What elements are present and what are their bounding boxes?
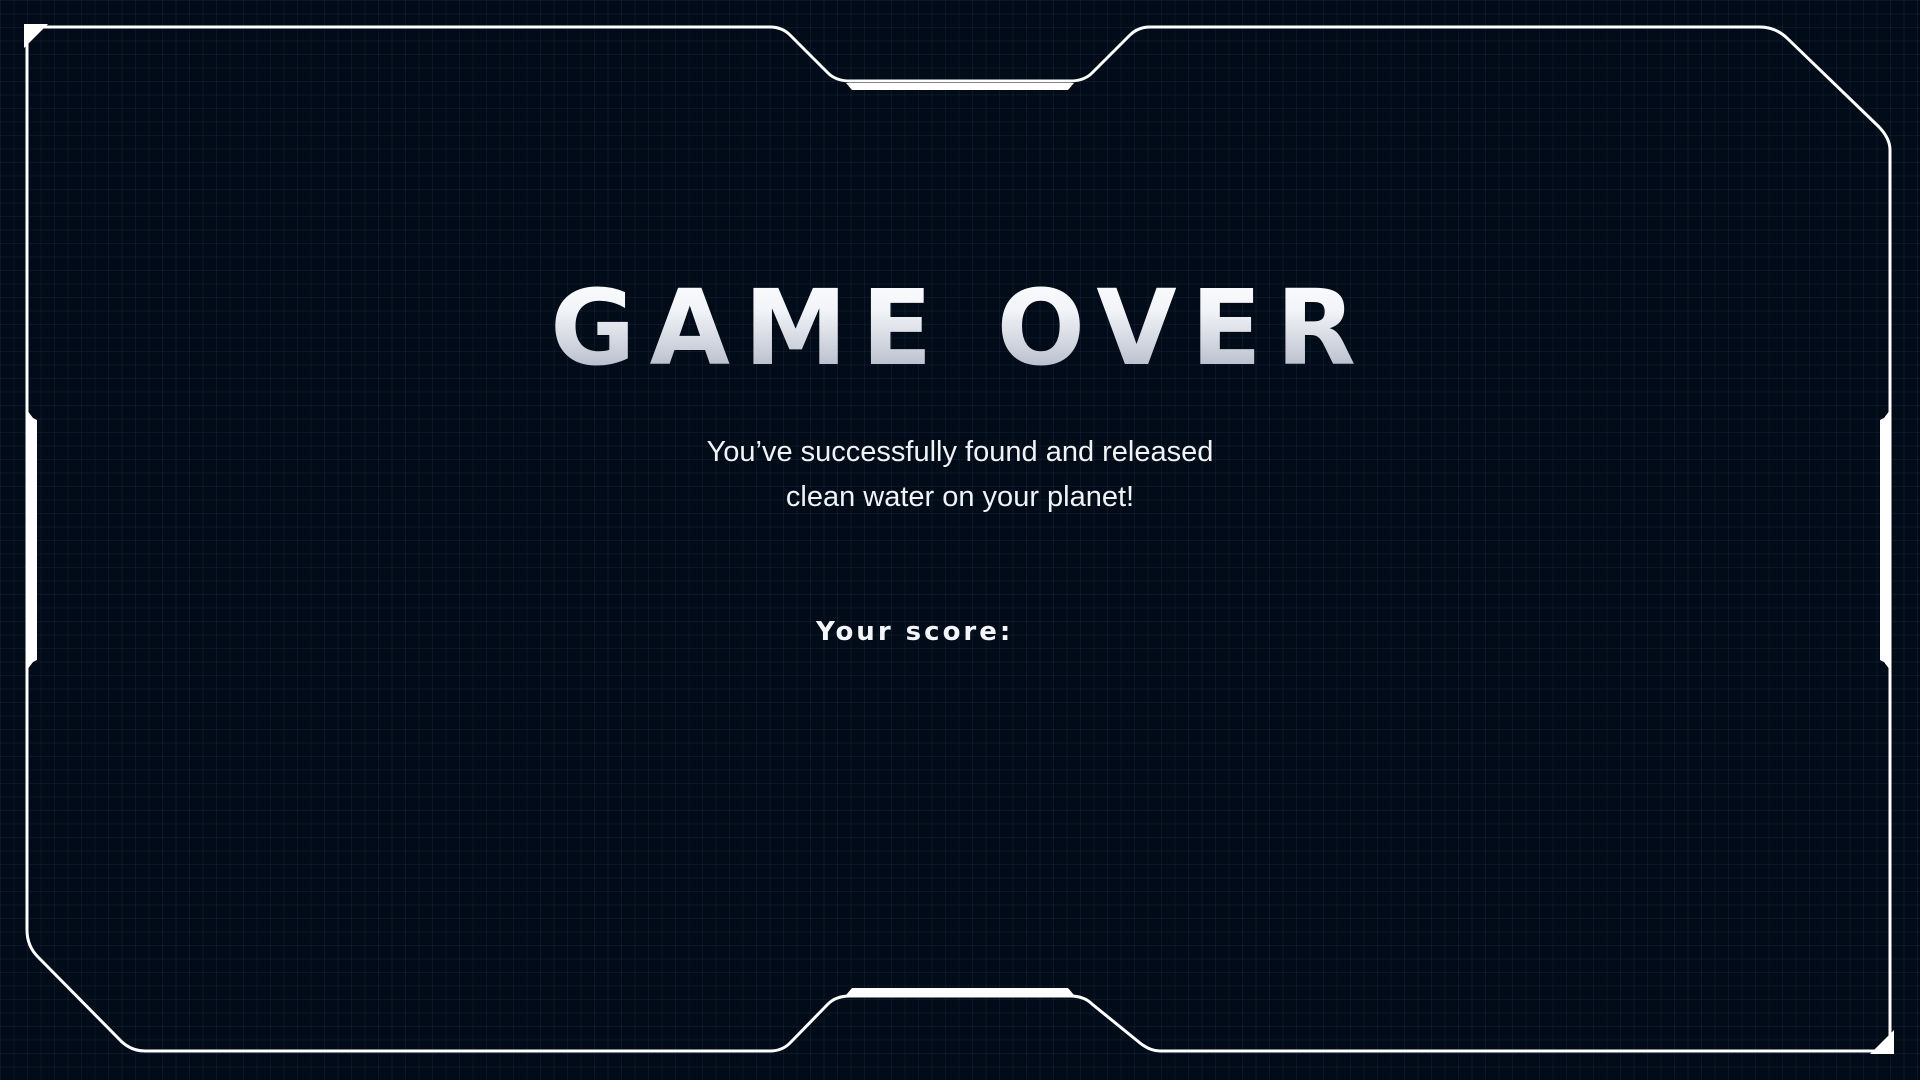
hud-frame: [24, 24, 1894, 1054]
game-over-screen: GAME OVER You’ve successfully found and …: [0, 0, 1920, 1080]
result-message-line-2: clean water on your planet!: [785, 481, 1135, 513]
hud-left-side-bar: [27, 410, 37, 670]
result-message: You’ve successfully found and released c…: [560, 430, 1360, 520]
hud-bottom-notch-bar: [846, 988, 1074, 995]
hud-frame-outline: [25, 25, 1892, 1053]
hud-right-side-bar: [1880, 410, 1890, 670]
hud-top-notch-bar: [846, 83, 1074, 90]
result-message-line-1: You’ve successfully found and released: [706, 436, 1214, 468]
score-label: Your score:: [816, 617, 1014, 647]
game-over-title: GAME OVER: [0, 268, 1920, 388]
hud-corner-bottom-right: [1870, 1030, 1894, 1054]
